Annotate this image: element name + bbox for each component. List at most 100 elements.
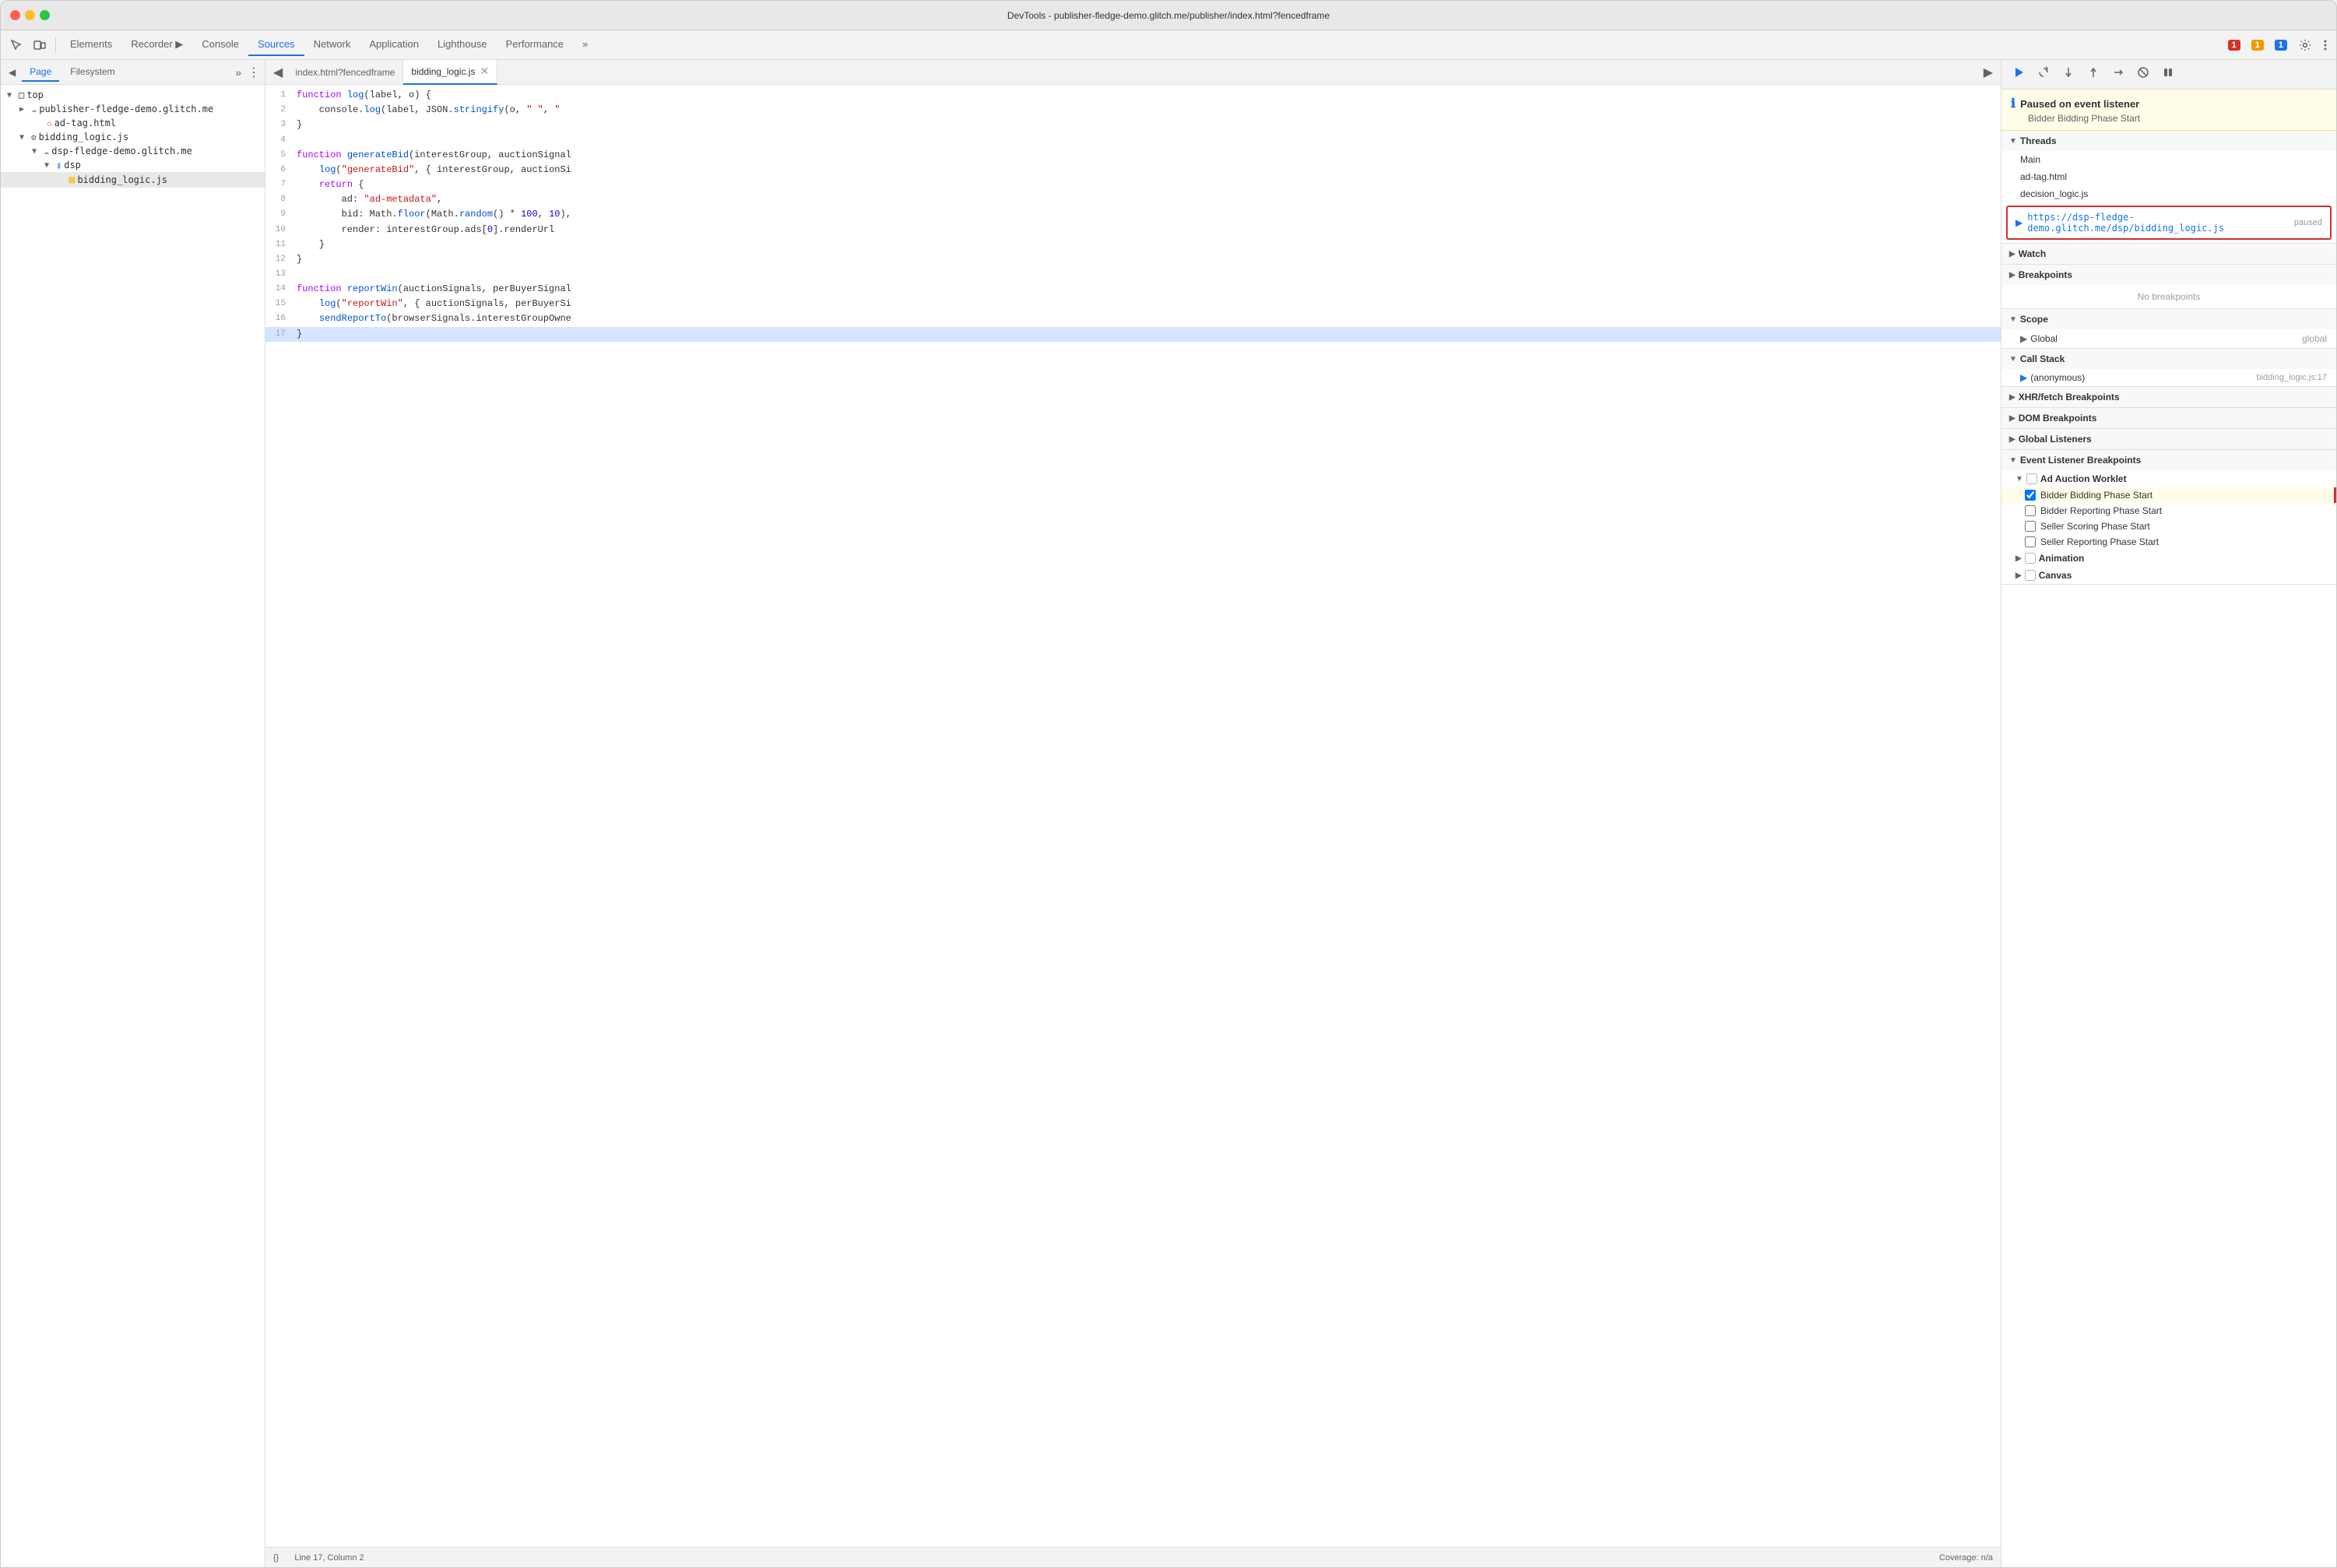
tab-page[interactable]: Page (22, 63, 59, 82)
maximize-button[interactable] (40, 10, 50, 20)
deactivate-breakpoints-button[interactable] (2132, 63, 2154, 86)
tab-lighthouse[interactable]: Lighthouse (428, 33, 497, 56)
more-tabs-button[interactable]: » (573, 33, 597, 56)
thread-bidding-highlighted[interactable]: ▶ https://dsp-fledge-demo.glitch.me/dsp/… (2006, 206, 2332, 240)
code-line-6: 6 log("generateBid", { interestGroup, au… (265, 163, 2001, 178)
tree-item-dsp-folder[interactable]: ▼ ▮ dsp (1, 158, 265, 172)
callstack-anonymous[interactable]: ▶ (anonymous) bidding_logic.js:17 (2001, 369, 2336, 386)
code-line-4: 4 (265, 133, 2001, 148)
error-count-button[interactable]: 1 (2224, 37, 2244, 53)
callstack-active-icon: ▶ (2020, 372, 2027, 383)
seller-reporting-start-label: Seller Reporting Phase Start (2040, 536, 2159, 547)
event-listener-section-header[interactable]: ▼ Event Listener Breakpoints (2001, 450, 2336, 470)
tree-item-dsp-host[interactable]: ▼ ☁ dsp-fledge-demo.glitch.me (1, 144, 265, 158)
tree-item-adtag[interactable]: ▶ ◇ ad-tag.html (1, 116, 265, 130)
event-bidder-reporting-start[interactable]: Bidder Reporting Phase Start (2001, 503, 2336, 519)
cloud-icon-dsp: ☁ (44, 146, 49, 156)
more-panel-tabs[interactable]: » (235, 66, 241, 79)
breakpoints-section-header[interactable]: ▶ Breakpoints (2001, 265, 2336, 285)
thread-bidding-url: https://dsp-fledge-demo.glitch.me/dsp/bi… (2027, 212, 2294, 234)
editor-tab-bidding[interactable]: bidding_logic.js ✕ (403, 60, 497, 85)
thread-main[interactable]: Main (2001, 151, 2336, 168)
warning-count-button[interactable]: 1 (2247, 37, 2268, 53)
tab-console[interactable]: Console (192, 33, 248, 56)
debugger-right-inner: ℹ Paused on event listener Bidder Biddin… (2001, 90, 2336, 1567)
global-listeners-section-header[interactable]: ▶ Global Listeners (2001, 429, 2336, 449)
bidder-reporting-start-checkbox[interactable] (2025, 505, 2036, 516)
sources-nav-back[interactable]: ◀ (5, 65, 19, 79)
event-listener-section-body: ▼ Ad Auction Worklet Bidder Bidding Phas… (2001, 470, 2336, 584)
tree-label-top: top (26, 90, 44, 100)
tab-filesystem[interactable]: Filesystem (62, 63, 122, 82)
canvas-checkbox[interactable] (2025, 570, 2036, 581)
step-out-button[interactable] (2082, 63, 2104, 86)
ad-auction-arrow: ▼ (2015, 475, 2023, 483)
editor-nav-forward[interactable]: ▶ (1979, 63, 1998, 82)
event-seller-scoring-start[interactable]: Seller Scoring Phase Start (2001, 519, 2336, 534)
pause-on-exceptions-button[interactable] (2157, 63, 2179, 86)
code-editor-body[interactable]: 1 function log(label, o) { 2 console.log… (265, 85, 2001, 1547)
ad-auction-checkbox[interactable] (2026, 473, 2037, 484)
tree-item-publisher[interactable]: ▶ ☁ publisher-fledge-demo.glitch.me (1, 102, 265, 116)
event-seller-reporting-start[interactable]: Seller Reporting Phase Start (2001, 534, 2336, 550)
toolbar-separator-1 (55, 37, 56, 53)
event-bidder-bidding-start[interactable]: Bidder Bidding Phase Start (2001, 487, 2336, 503)
event-group-canvas[interactable]: ▶ Canvas (2001, 567, 2336, 584)
tree-item-bidding-root[interactable]: ▼ ⚙ bidding_logic.js (1, 130, 265, 144)
paused-title-text: Paused on event listener (2020, 98, 2139, 110)
statusbar-format-icon[interactable]: {} (273, 1553, 279, 1563)
xhr-section-header[interactable]: ▶ XHR/fetch Breakpoints (2001, 387, 2336, 407)
code-line-5: 5 function generateBid(interestGroup, au… (265, 148, 2001, 163)
step-over-button[interactable] (2033, 63, 2054, 86)
threads-section-header[interactable]: ▼ Threads (2001, 131, 2336, 151)
panel-options-button[interactable]: ⋮ (248, 65, 260, 80)
close-button[interactable] (10, 10, 20, 20)
seller-scoring-start-checkbox[interactable] (2025, 521, 2036, 532)
device-toolbar-button[interactable] (29, 36, 51, 54)
step-button[interactable] (2107, 63, 2129, 86)
editor-statusbar: {} Line 17, Column 2 Coverage: n/a (265, 1547, 2001, 1567)
tab-performance[interactable]: Performance (497, 33, 573, 56)
editor-nav-back[interactable]: ◀ (269, 63, 287, 82)
js-icon-bidding: ■ (69, 174, 75, 186)
step-into-button[interactable] (2058, 63, 2079, 86)
tab-recorder[interactable]: Recorder ▶ (121, 33, 192, 57)
callstack-label: Call Stack (2020, 353, 2065, 364)
editor-tab-close-icon[interactable]: ✕ (480, 65, 489, 78)
bidder-bidding-start-checkbox[interactable] (2025, 490, 2036, 501)
tree-item-bidding-file[interactable]: ▶ ■ bidding_logic.js (1, 172, 265, 188)
event-listener-arrow: ▼ (2009, 456, 2017, 465)
minimize-button[interactable] (25, 10, 35, 20)
tab-sources[interactable]: Sources (248, 33, 304, 56)
info-count-button[interactable]: 1 (2271, 37, 2291, 53)
code-line-10: 10 render: interestGroup.ads[0].renderUr… (265, 223, 2001, 237)
debugger-controls (2001, 60, 2336, 90)
callstack-arrow: ▼ (2009, 355, 2017, 364)
inspect-element-button[interactable] (5, 36, 27, 54)
tab-application[interactable]: Application (360, 33, 428, 56)
animation-arrow: ▶ (2015, 554, 2022, 563)
breakpoints-arrow: ▶ (2009, 271, 2015, 279)
resume-button[interactable] (2008, 63, 2030, 86)
error-badge: 1 (2228, 40, 2240, 51)
dom-arrow: ▶ (2009, 414, 2015, 423)
scope-section-header[interactable]: ▼ Scope (2001, 309, 2336, 329)
callstack-section-header[interactable]: ▼ Call Stack (2001, 349, 2336, 369)
editor-tab-index[interactable]: index.html?fencedframe (287, 60, 403, 85)
seller-reporting-start-checkbox[interactable] (2025, 536, 2036, 547)
tab-network[interactable]: Network (304, 33, 360, 56)
thread-adtag[interactable]: ad-tag.html (2001, 168, 2336, 185)
more-options-button[interactable] (2319, 36, 2332, 54)
tree-item-top[interactable]: ▼ □ top (1, 88, 265, 102)
animation-checkbox[interactable] (2025, 553, 2036, 564)
scope-global[interactable]: ▶ Global global (2001, 329, 2336, 348)
event-group-animation[interactable]: ▶ Animation (2001, 550, 2336, 567)
settings-button[interactable] (2294, 36, 2316, 54)
code-line-13: 13 (265, 267, 2001, 282)
event-group-ad-auction[interactable]: ▼ Ad Auction Worklet (2001, 470, 2336, 487)
tab-elements[interactable]: Elements (61, 33, 121, 56)
watch-section-header[interactable]: ▶ Watch (2001, 244, 2336, 264)
dom-section-header[interactable]: ▶ DOM Breakpoints (2001, 408, 2336, 428)
thread-decision[interactable]: decision_logic.js (2001, 185, 2336, 202)
title-bar: DevTools - publisher-fledge-demo.glitch.… (1, 1, 2336, 30)
